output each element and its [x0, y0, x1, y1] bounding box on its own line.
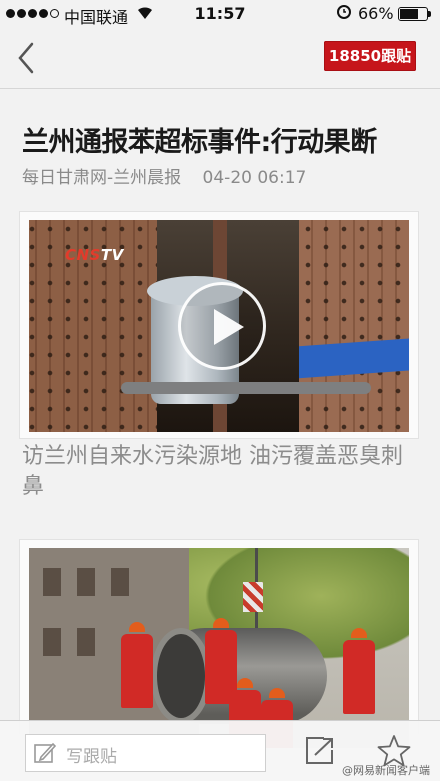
video-caption: 访兰州自来水污染源地 油污覆盖恶臭刺鼻	[22, 444, 403, 499]
channel-logo: CNSTV	[65, 246, 124, 264]
battery-icon	[398, 7, 431, 21]
article-title: 兰州通报苯超标事件:行动果断	[22, 127, 377, 158]
chevron-left-icon	[18, 42, 34, 74]
alarm-icon	[336, 3, 352, 23]
write-comment-input[interactable]: 写跟贴	[25, 734, 266, 772]
status-bar: 中国联通 11:57 66%	[0, 0, 440, 28]
back-button[interactable]	[10, 40, 44, 76]
watermark: @网易新闻客户端	[342, 764, 430, 777]
navigation-bar: 18850跟贴	[0, 28, 440, 89]
video-thumbnail: CNSTV	[29, 220, 409, 432]
article-date: 04-20 06:17	[202, 168, 307, 188]
news-photo	[29, 548, 409, 748]
photo-card[interactable]	[19, 539, 419, 748]
pencil-icon	[34, 742, 57, 763]
video-thumbnail-card[interactable]: CNSTV	[19, 211, 419, 439]
play-icon[interactable]	[178, 282, 266, 370]
article-source: 每日甘肃网-兰州晨报	[22, 168, 182, 188]
battery-percentage: 66%	[358, 4, 394, 23]
write-comment-placeholder: 写跟贴	[66, 747, 117, 767]
comment-count-button[interactable]: 18850跟贴	[324, 41, 416, 71]
share-icon[interactable]	[304, 736, 336, 766]
article-meta: 每日甘肃网-兰州晨报 04-20 06:17	[22, 163, 306, 188]
